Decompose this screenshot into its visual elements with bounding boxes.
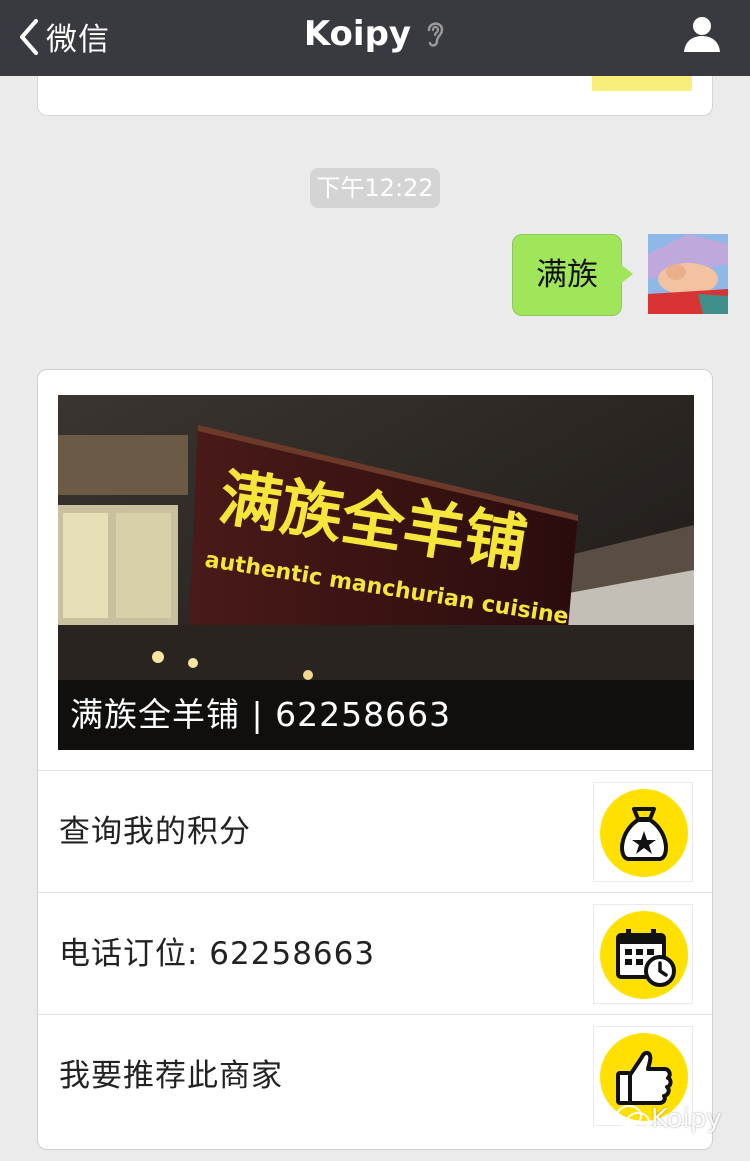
- menu-list: 查询我的积分 电话订位: 62258663 我要推荐此商家: [38, 770, 712, 1136]
- cover-caption: 满族全羊铺 | 62258663: [58, 680, 694, 750]
- menu-item-label: 查询我的积分: [59, 814, 251, 850]
- person-icon: [684, 17, 720, 52]
- profile-button[interactable]: [682, 14, 722, 58]
- menu-item-label: 我要推荐此商家: [59, 1058, 283, 1094]
- wechat-logo-icon: [616, 1105, 650, 1132]
- watermark: Koipy: [615, 1104, 722, 1134]
- sent-message-bubble[interactable]: 满族: [512, 234, 622, 316]
- money-bag-star-icon: [600, 789, 688, 877]
- menu-item-recommend[interactable]: 我要推荐此商家: [38, 1014, 712, 1136]
- bubble-tail: [619, 263, 633, 285]
- avatar-image: [648, 234, 728, 314]
- chat-title: Koipy: [303, 14, 412, 54]
- timestamp: 下午12:22: [310, 168, 440, 208]
- watermark-text: Koipy: [651, 1104, 722, 1134]
- nav-bar: 微信 Koipy: [0, 0, 750, 76]
- cover-image[interactable]: 满族全羊铺 authentic manchurian cuisine 满族全羊铺…: [58, 395, 694, 750]
- merchant-card[interactable]: 满族全羊铺 authentic manchurian cuisine 满族全羊铺…: [37, 369, 713, 1150]
- menu-item-icon-box: [593, 782, 693, 882]
- menu-item-points[interactable]: 查询我的积分: [38, 770, 712, 892]
- menu-item-icon-box: [593, 904, 693, 1004]
- menu-item-reservation[interactable]: 电话订位: 62258663: [38, 892, 712, 1014]
- ear-icon: [427, 22, 444, 47]
- avatar[interactable]: [648, 234, 728, 314]
- calendar-clock-icon: [600, 911, 688, 999]
- menu-item-label: 电话订位: 62258663: [59, 936, 376, 972]
- chat-title-wrap: Koipy: [0, 14, 750, 54]
